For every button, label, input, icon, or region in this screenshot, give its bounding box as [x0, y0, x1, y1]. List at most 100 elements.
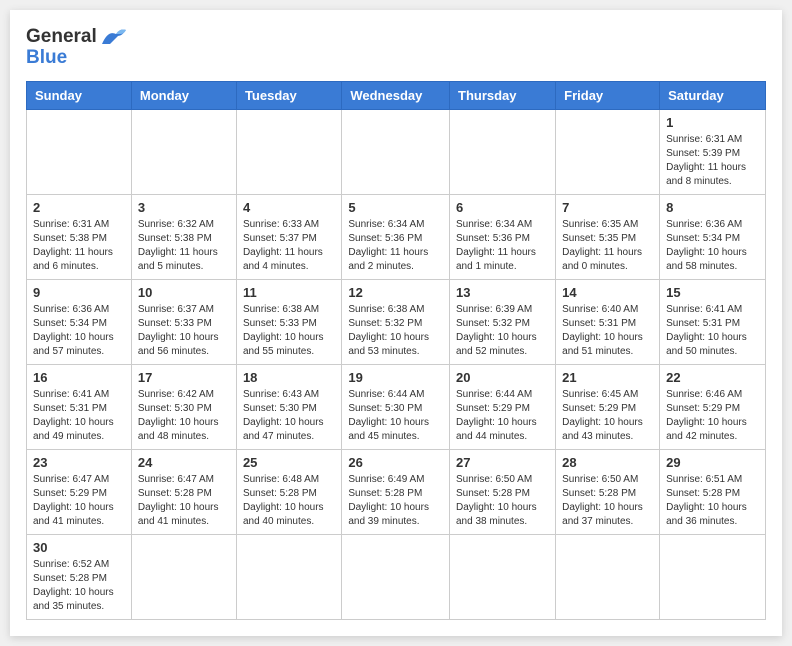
day-info: Sunrise: 6:35 AM Sunset: 5:35 PM Dayligh… [562, 218, 653, 274]
day-cell: 2 Sunrise: 6:31 AM Sunset: 5:38 PM Daylig… [27, 194, 132, 279]
day-number: 19 [348, 370, 443, 385]
day-cell [342, 109, 450, 194]
logo-top: General [26, 26, 126, 48]
day-info: Sunrise: 6:44 AM Sunset: 5:29 PM Dayligh… [456, 388, 549, 444]
day-number: 14 [562, 285, 653, 300]
day-info: Sunrise: 6:48 AM Sunset: 5:28 PM Dayligh… [243, 473, 335, 529]
day-info: Sunrise: 6:46 AM Sunset: 5:29 PM Dayligh… [666, 388, 759, 444]
day-cell: 17 Sunrise: 6:42 AM Sunset: 5:30 PM Dayli… [131, 364, 236, 449]
header-day-tuesday: Tuesday [236, 81, 341, 109]
day-cell: 5Sunrise: 6:34 AM Sunset: 5:36 PM Daylig… [342, 194, 450, 279]
day-cell [556, 109, 660, 194]
day-info: Sunrise: 6:50 AM Sunset: 5:28 PM Dayligh… [562, 473, 653, 529]
day-cell: 12Sunrise: 6:38 AM Sunset: 5:32 PM Dayli… [342, 279, 450, 364]
week-row-4: 16 Sunrise: 6:41 AM Sunset: 5:31 PM Dayli… [27, 364, 766, 449]
day-number: 25 [243, 455, 335, 470]
week-row-6: 30 Sunrise: 6:52 AM Sunset: 5:28 PM Dayli… [27, 534, 766, 619]
week-row-3: 9 Sunrise: 6:36 AM Sunset: 5:34 PM Daylig… [27, 279, 766, 364]
day-cell: 29 Sunrise: 6:51 AM Sunset: 5:28 PM Dayli… [660, 449, 766, 534]
day-number: 11 [243, 285, 335, 300]
day-cell [236, 109, 341, 194]
day-cell [342, 534, 450, 619]
day-info: Sunrise: 6:38 AM Sunset: 5:32 PM Dayligh… [348, 303, 443, 359]
day-cell: 11 Sunrise: 6:38 AM Sunset: 5:33 PM Dayli… [236, 279, 341, 364]
day-number: 30 [33, 540, 125, 555]
day-cell: 13 Sunrise: 6:39 AM Sunset: 5:32 PM Dayli… [450, 279, 556, 364]
day-info: Sunrise: 6:31 AM Sunset: 5:39 PM Dayligh… [666, 133, 759, 189]
week-row-1: 1 Sunrise: 6:31 AM Sunset: 5:39 PM Daylig… [27, 109, 766, 194]
day-info: Sunrise: 6:37 AM Sunset: 5:33 PM Dayligh… [138, 303, 230, 359]
day-cell: 18Sunrise: 6:43 AM Sunset: 5:30 PM Dayli… [236, 364, 341, 449]
day-info: Sunrise: 6:52 AM Sunset: 5:28 PM Dayligh… [33, 558, 125, 614]
day-number: 27 [456, 455, 549, 470]
day-cell: 10 Sunrise: 6:37 AM Sunset: 5:33 PM Dayli… [131, 279, 236, 364]
day-cell: 14Sunrise: 6:40 AM Sunset: 5:31 PM Dayli… [556, 279, 660, 364]
logo-blue-text: Blue [26, 48, 126, 69]
day-cell: 21Sunrise: 6:45 AM Sunset: 5:29 PM Dayli… [556, 364, 660, 449]
week-row-5: 23Sunrise: 6:47 AM Sunset: 5:29 PM Dayli… [27, 449, 766, 534]
day-cell: 30 Sunrise: 6:52 AM Sunset: 5:28 PM Dayli… [27, 534, 132, 619]
day-info: Sunrise: 6:36 AM Sunset: 5:34 PM Dayligh… [33, 303, 125, 359]
day-info: Sunrise: 6:41 AM Sunset: 5:31 PM Dayligh… [33, 388, 125, 444]
day-cell: 23Sunrise: 6:47 AM Sunset: 5:29 PM Dayli… [27, 449, 132, 534]
day-number: 28 [562, 455, 653, 470]
header-day-monday: Monday [131, 81, 236, 109]
day-number: 1 [666, 115, 759, 130]
header-day-saturday: Saturday [660, 81, 766, 109]
day-number: 17 [138, 370, 230, 385]
day-cell [236, 534, 341, 619]
day-info: Sunrise: 6:41 AM Sunset: 5:31 PM Dayligh… [666, 303, 759, 359]
day-info: Sunrise: 6:42 AM Sunset: 5:30 PM Dayligh… [138, 388, 230, 444]
day-number: 13 [456, 285, 549, 300]
day-cell: 25 Sunrise: 6:48 AM Sunset: 5:28 PM Dayli… [236, 449, 341, 534]
day-info: Sunrise: 6:51 AM Sunset: 5:28 PM Dayligh… [666, 473, 759, 529]
calendar-table: SundayMondayTuesdayWednesdayThursdayFrid… [26, 81, 766, 620]
day-number: 2 [33, 200, 125, 215]
logo-general-text: General [26, 27, 97, 48]
day-info: Sunrise: 6:31 AM Sunset: 5:38 PM Dayligh… [33, 218, 125, 274]
day-number: 3 [138, 200, 230, 215]
day-info: Sunrise: 6:34 AM Sunset: 5:36 PM Dayligh… [456, 218, 549, 274]
day-cell: 3Sunrise: 6:32 AM Sunset: 5:38 PM Daylig… [131, 194, 236, 279]
day-info: Sunrise: 6:39 AM Sunset: 5:32 PM Dayligh… [456, 303, 549, 359]
day-cell [556, 534, 660, 619]
day-cell: 4 Sunrise: 6:33 AM Sunset: 5:37 PM Daylig… [236, 194, 341, 279]
day-number: 10 [138, 285, 230, 300]
day-number: 16 [33, 370, 125, 385]
header-day-wednesday: Wednesday [342, 81, 450, 109]
day-cell [450, 109, 556, 194]
day-number: 9 [33, 285, 125, 300]
day-info: Sunrise: 6:33 AM Sunset: 5:37 PM Dayligh… [243, 218, 335, 274]
day-cell [450, 534, 556, 619]
day-info: Sunrise: 6:47 AM Sunset: 5:29 PM Dayligh… [33, 473, 125, 529]
header-day-sunday: Sunday [27, 81, 132, 109]
calendar-header: General Blue [26, 26, 766, 69]
day-info: Sunrise: 6:50 AM Sunset: 5:28 PM Dayligh… [456, 473, 549, 529]
day-info: Sunrise: 6:47 AM Sunset: 5:28 PM Dayligh… [138, 473, 230, 529]
day-number: 24 [138, 455, 230, 470]
day-cell: 27 Sunrise: 6:50 AM Sunset: 5:28 PM Dayli… [450, 449, 556, 534]
day-number: 8 [666, 200, 759, 215]
logo: General Blue [26, 26, 126, 69]
week-row-2: 2 Sunrise: 6:31 AM Sunset: 5:38 PM Daylig… [27, 194, 766, 279]
day-number: 4 [243, 200, 335, 215]
calendar-container: General Blue SundayMondayTuesdayWednesda… [10, 10, 782, 636]
day-cell: 20Sunrise: 6:44 AM Sunset: 5:29 PM Dayli… [450, 364, 556, 449]
day-info: Sunrise: 6:38 AM Sunset: 5:33 PM Dayligh… [243, 303, 335, 359]
logo-wrapper: General Blue [26, 26, 126, 69]
day-cell [660, 534, 766, 619]
day-cell: 1 Sunrise: 6:31 AM Sunset: 5:39 PM Daylig… [660, 109, 766, 194]
day-number: 6 [456, 200, 549, 215]
day-cell: 16 Sunrise: 6:41 AM Sunset: 5:31 PM Dayli… [27, 364, 132, 449]
day-cell [27, 109, 132, 194]
day-cell [131, 534, 236, 619]
day-number: 29 [666, 455, 759, 470]
day-cell: 9 Sunrise: 6:36 AM Sunset: 5:34 PM Daylig… [27, 279, 132, 364]
logo-bird-icon [100, 26, 126, 48]
header-row: SundayMondayTuesdayWednesdayThursdayFrid… [27, 81, 766, 109]
day-cell: 24 Sunrise: 6:47 AM Sunset: 5:28 PM Dayli… [131, 449, 236, 534]
day-number: 22 [666, 370, 759, 385]
day-number: 21 [562, 370, 653, 385]
day-number: 26 [348, 455, 443, 470]
day-cell: 6 Sunrise: 6:34 AM Sunset: 5:36 PM Daylig… [450, 194, 556, 279]
